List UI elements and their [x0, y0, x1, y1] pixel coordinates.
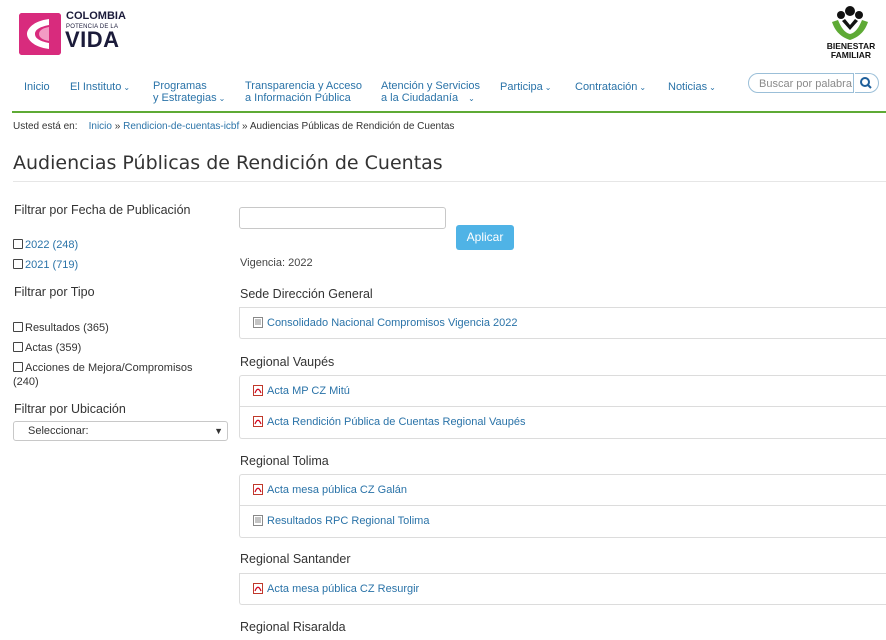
document-link-label: Acta mesa pública CZ Galán — [267, 484, 408, 496]
pdf-icon — [253, 416, 263, 427]
nav-item-el-instituto[interactable]: El Instituto ⌄ — [70, 81, 130, 94]
document-link-label: Consolidado Nacional Compromisos Vigenci… — [267, 317, 518, 329]
date-filter-title: Filtrar por Fecha de Publicación — [14, 203, 191, 217]
nav-label-line1: Transparencia y Acceso — [245, 80, 362, 92]
checkbox-label: Resultados (365) — [25, 322, 109, 334]
pdf-icon — [253, 385, 263, 396]
nav-item-contratacion[interactable]: Contratación ⌄ — [575, 81, 646, 94]
location-select[interactable]: Seleccionar: ▼ — [13, 421, 228, 441]
nav-label-line2: a la Ciudadanía ⌄ — [381, 92, 480, 105]
breadcrumb-separator: » — [114, 121, 121, 132]
checkbox[interactable] — [13, 362, 23, 372]
nav-item-noticias[interactable]: Noticias ⌄ — [668, 81, 716, 94]
checkbox[interactable] — [13, 239, 23, 249]
group-title: Regional Vaupés — [240, 355, 335, 369]
nav-label: Participa — [500, 81, 543, 93]
nav-label-line2: y Estrategias ⌄ — [153, 92, 225, 105]
type-filter-actas[interactable]: Actas (359) — [13, 341, 81, 355]
document-link-label: Resultados RPC Regional Tolima — [267, 515, 430, 527]
search-input[interactable]: Buscar por palabra — [748, 73, 854, 93]
title-divider — [13, 181, 886, 182]
nav-item-atencion[interactable]: Atención y Servicios a la Ciudadanía ⌄ — [381, 80, 480, 105]
document-link-label: Acta MP CZ Mitú — [267, 385, 350, 397]
filter-text-input[interactable] — [239, 207, 446, 229]
doc-icon — [253, 317, 263, 328]
nav-label: Noticias — [668, 81, 708, 93]
checkbox-label: Actas (359) — [25, 342, 82, 354]
page-title: Audiencias Públicas de Rendición de Cuen… — [13, 152, 443, 174]
chevron-down-icon: ⌄ — [218, 94, 226, 103]
location-filter-title: Filtrar por Ubicación — [14, 402, 126, 416]
type-filter-title: Filtrar por Tipo — [14, 285, 95, 299]
document-link-label: Acta Rendición Pública de Cuentas Region… — [267, 416, 526, 428]
breadcrumb-section-link[interactable]: Rendicion-de-cuentas-icbf — [123, 121, 239, 132]
chevron-down-icon: ▼ — [214, 426, 223, 436]
document-link[interactable]: Consolidado Nacional Compromisos Vigenci… — [239, 307, 886, 339]
checkbox-label: Acciones de Mejora/Compromisos — [25, 362, 193, 374]
group-title: Sede Dirección General — [240, 287, 373, 301]
logo-text-colombia: COLOMBIA — [66, 10, 126, 22]
checkbox-label: 2022 (248) — [25, 239, 79, 251]
nav-item-programas[interactable]: Programas y Estrategias ⌄ — [153, 80, 225, 105]
chevron-down-icon: ⌄ — [123, 83, 131, 92]
date-filter-2021[interactable]: 2021 (719) — [13, 258, 78, 272]
breadcrumb-separator: » — [242, 121, 248, 132]
type-filter-resultados[interactable]: Resultados (365) — [13, 321, 109, 335]
nav-label-text: y Estrategias — [153, 92, 217, 104]
pdf-icon — [253, 484, 263, 495]
document-link[interactable]: Acta mesa pública CZ Resurgir — [239, 573, 886, 605]
logo-text-vida: VIDA — [65, 27, 120, 52]
nav-item-transparencia[interactable]: Transparencia y Acceso a Información Púb… — [245, 80, 362, 104]
document-link[interactable]: Acta MP CZ Mitú — [239, 375, 886, 407]
chevron-down-icon: ⌄ — [468, 94, 475, 103]
pdf-icon — [253, 583, 263, 594]
document-link[interactable]: Acta Rendición Pública de Cuentas Region… — [239, 407, 886, 439]
checkbox[interactable] — [13, 322, 23, 332]
breadcrumb-prefix: Usted está en: — [13, 121, 78, 132]
checkbox[interactable] — [13, 342, 23, 352]
checkbox[interactable] — [13, 259, 23, 269]
nav-divider — [12, 111, 886, 113]
document-link[interactable]: Resultados RPC Regional Tolima — [239, 506, 886, 538]
doc-icon — [253, 515, 263, 526]
nav-label: Contratación — [575, 81, 638, 93]
nav-item-inicio[interactable]: Inicio — [24, 81, 50, 93]
chevron-down-icon: ⌄ — [709, 83, 716, 92]
date-filter-2022[interactable]: 2022 (248) — [13, 238, 78, 252]
checkbox-label-count: (240) — [13, 376, 39, 388]
type-filter-acciones[interactable]: Acciones de Mejora/Compromisos (240) — [13, 361, 193, 389]
document-link-label: Acta mesa pública CZ Resurgir — [267, 583, 420, 595]
group-title: Regional Santander — [240, 552, 351, 566]
breadcrumb: Usted está en: Inicio » Rendicion-de-cue… — [13, 121, 454, 132]
group-title: Regional Tolima — [240, 454, 329, 468]
search-icon — [860, 77, 872, 89]
nav-label-line2: a Información Pública — [245, 92, 351, 104]
search-button[interactable] — [855, 73, 879, 93]
chevron-down-icon: ⌄ — [544, 83, 552, 92]
breadcrumb-home-link[interactable]: Inicio — [89, 121, 112, 132]
nav-label-line1: Programas — [153, 80, 207, 92]
nav-label: El Instituto — [70, 81, 122, 93]
breadcrumb-current: Audiencias Públicas de Rendición de Cuen… — [249, 121, 455, 132]
nav-label-line1: Atención y Servicios — [381, 80, 481, 92]
brand-line-2: FAMILIAR — [830, 50, 872, 60]
checkbox-label: 2021 (719) — [25, 259, 79, 271]
nav-item-participa[interactable]: Participa ⌄ — [500, 81, 552, 94]
group-title: Regional Risaralda — [240, 620, 346, 634]
vigencia-label: Vigencia: 2022 — [240, 257, 313, 269]
chevron-down-icon: ⌄ — [639, 83, 647, 92]
nav-label-text: a la Ciudadanía — [381, 92, 459, 104]
search-placeholder: Buscar por palabra — [759, 78, 852, 90]
nav-label: Inicio — [24, 81, 50, 93]
colombia-logo-icon[interactable] — [19, 13, 61, 55]
document-link[interactable]: Acta mesa pública CZ Galán — [239, 474, 886, 506]
apply-button[interactable]: Aplicar — [456, 225, 514, 250]
select-value: Seleccionar: — [28, 425, 89, 437]
bienestar-familiar-text: BIENESTAR FAMILIAR — [822, 42, 880, 60]
